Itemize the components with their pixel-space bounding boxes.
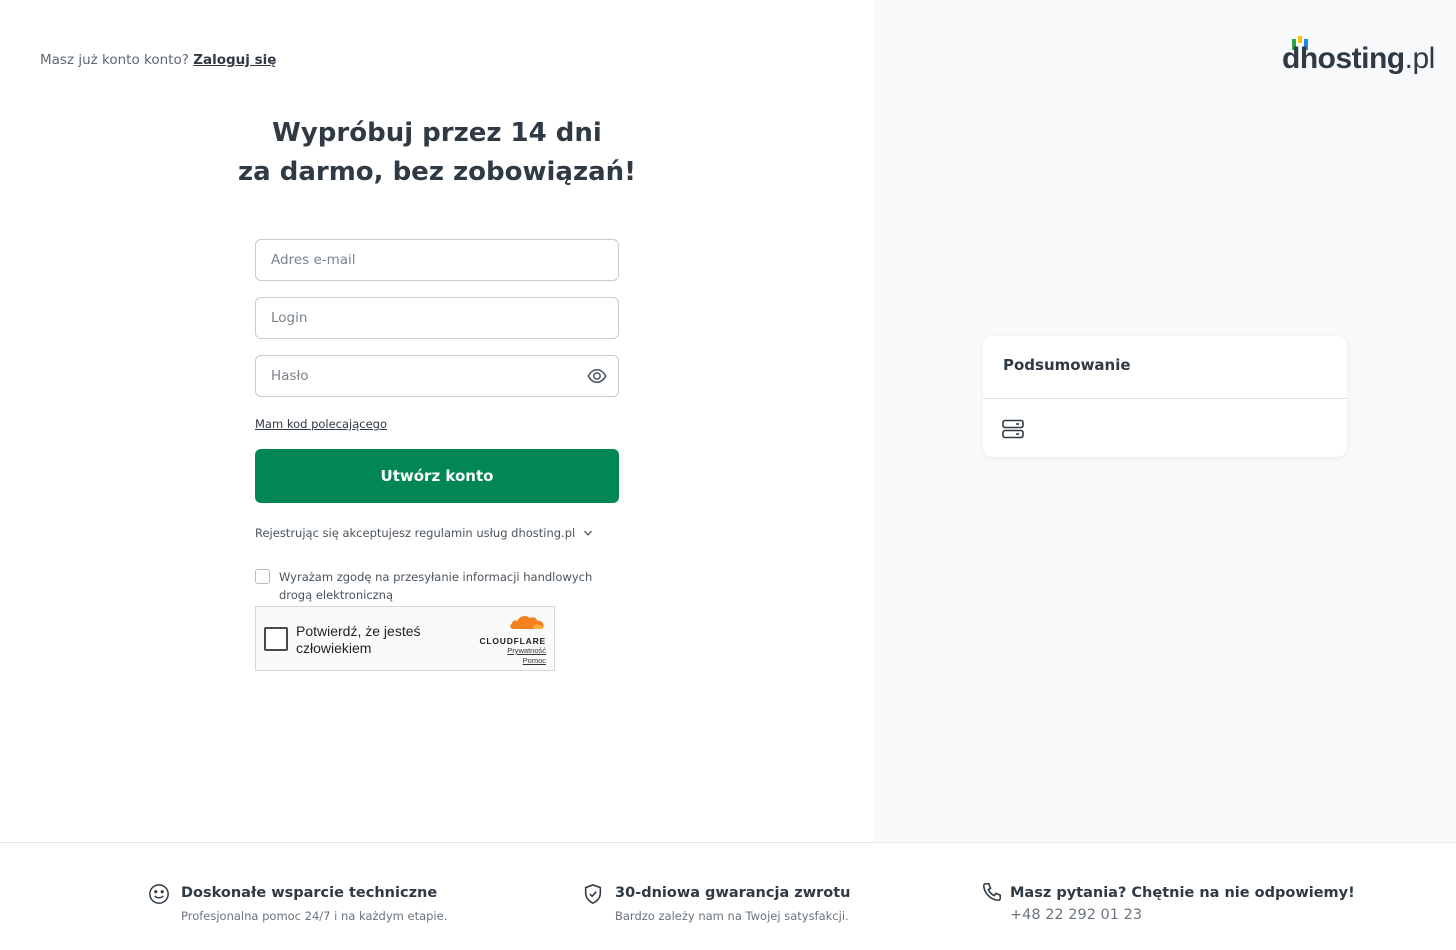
terms-text: Rejestrując się akceptujesz regulamin us… (255, 526, 576, 540)
login-link[interactable]: Zaloguj się (193, 52, 276, 68)
create-account-button[interactable]: Utwórz konto (255, 449, 619, 503)
password-field (255, 355, 619, 397)
email-input[interactable] (256, 240, 618, 280)
login-prompt: Masz już konto konto? Zaloguj się (40, 52, 276, 68)
feature-contact-title: Masz pytania? Chętnie na nie odpowiemy! (1010, 885, 1355, 901)
cloudflare-cloud-icon (510, 616, 544, 630)
summary-title: Podsumowanie (1003, 356, 1131, 374)
captcha-label: Potwierdź, że jesteś człowiekiem (296, 623, 421, 656)
feature-guarantee-title: 30-dniowa gwarancja zwrotu (615, 885, 851, 901)
login-field (255, 297, 619, 339)
shield-check-icon (584, 884, 602, 905)
marketing-consent-label: Wyrażam zgodę na przesyłanie informacji … (279, 570, 593, 602)
email-field (255, 239, 619, 281)
captcha-privacy-link[interactable]: Prywatność (466, 646, 546, 656)
page-title: Wypróbuj przez 14 dni za darmo, bez zobo… (220, 114, 654, 192)
login-input[interactable] (256, 298, 618, 338)
page-title-line1: Wypróbuj przez 14 dni (272, 118, 602, 148)
cloudflare-brand: CLOUDFLARE Prywatność Pomoc (466, 613, 546, 666)
smile-icon (149, 884, 169, 904)
server-icon (1002, 419, 1024, 439)
marketing-consent: Wyrażam zgodę na przesyłanie informacji … (255, 568, 615, 604)
captcha-widget: Potwierdź, że jesteś człowiekiem CLOUDFL… (255, 606, 555, 671)
terms-toggle[interactable]: Rejestrując się akceptujesz regulamin us… (255, 526, 593, 540)
marketing-consent-checkbox[interactable] (255, 569, 270, 584)
phone-icon (982, 882, 1002, 902)
referral-code-link[interactable]: Mam kod polecającego (255, 417, 387, 431)
feature-support-subtitle: Profesjonalna pomoc 24/7 i na każdym eta… (181, 909, 448, 923)
summary-card: Podsumowanie (983, 336, 1347, 457)
feature-support-title: Doskonałe wsparcie techniczne (181, 885, 438, 901)
captcha-checkbox[interactable] (264, 627, 288, 651)
page-title-line2: za darmo, bez zobowiązań! (237, 157, 636, 187)
chevron-down-icon (584, 530, 593, 536)
summary-divider (983, 398, 1347, 399)
feature-guarantee-subtitle: Bardzo zależy nam na Twojej satysfakcji. (615, 909, 849, 923)
captcha-help-link[interactable]: Pomoc (466, 656, 546, 666)
contact-phone-number[interactable]: +48 22 292 01 23 (1010, 907, 1142, 923)
password-input[interactable] (256, 356, 618, 396)
dhosting-logo[interactable]: dhosting.pl (1282, 36, 1435, 78)
login-prompt-text: Masz już konto konto? (40, 52, 189, 68)
eye-icon[interactable] (586, 366, 608, 386)
cloudflare-wordmark: CLOUDFLARE (479, 636, 546, 646)
logo-text: dhosting.pl (1282, 42, 1435, 75)
footer: Doskonałe wsparcie techniczne Profesjona… (0, 842, 1456, 950)
